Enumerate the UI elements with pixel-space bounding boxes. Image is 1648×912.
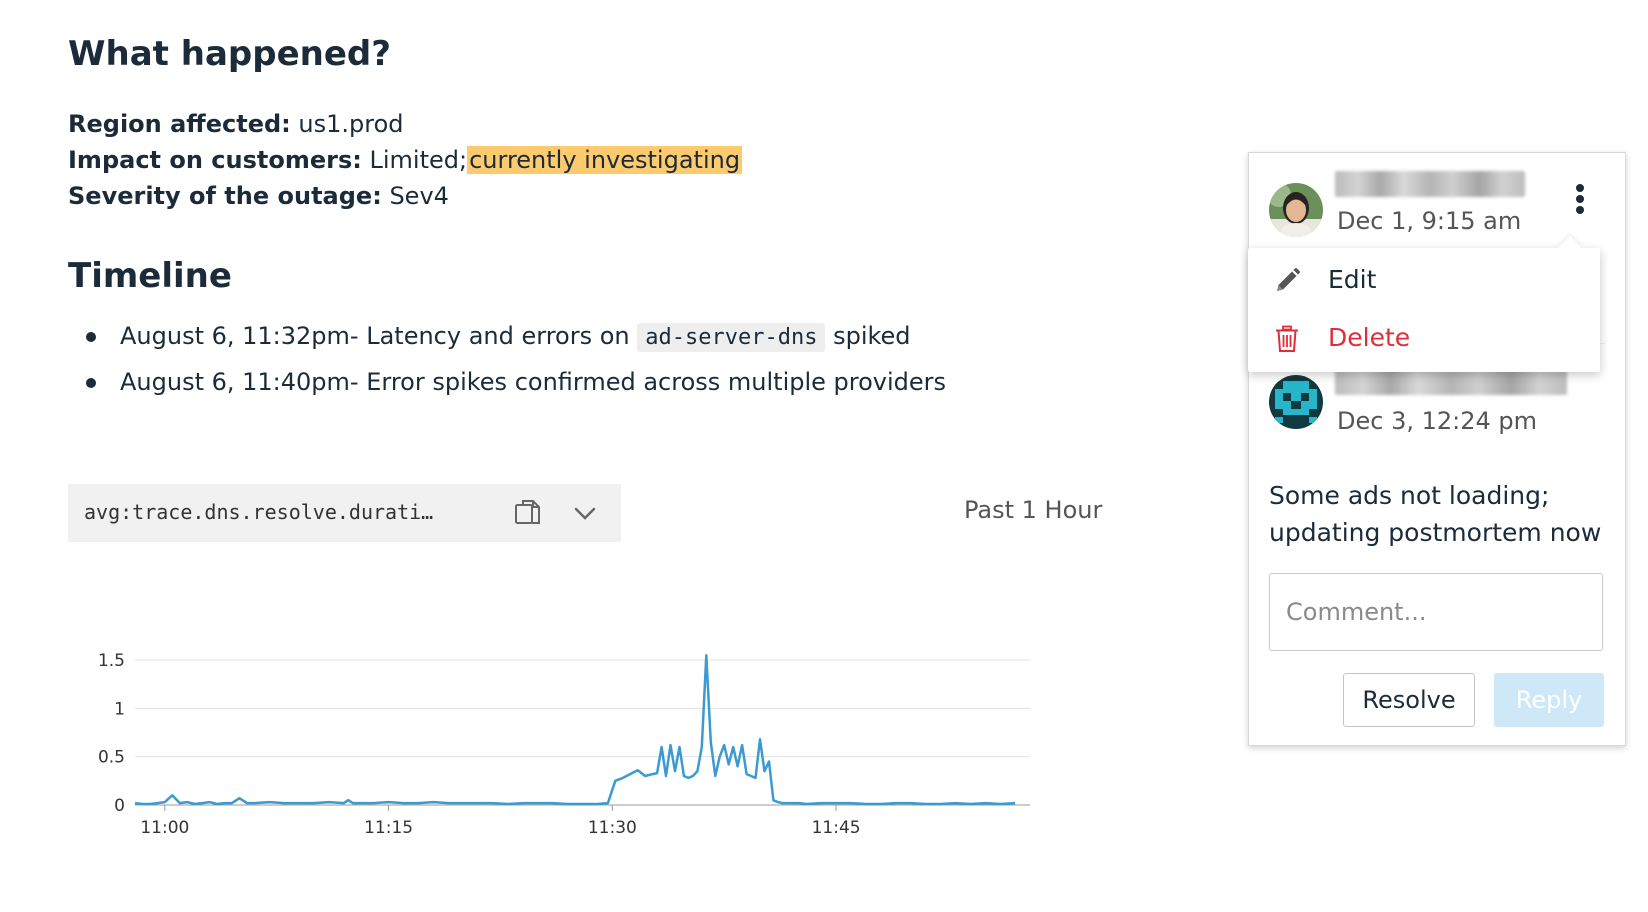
- menu-item-delete[interactable]: Delete: [1248, 310, 1600, 366]
- user-avatar: [1269, 183, 1323, 237]
- bullet-icon: [86, 378, 96, 388]
- inline-code: ad-server-dns: [637, 323, 826, 352]
- y-tick-label: 0.5: [98, 748, 125, 768]
- region-label: Region affected:: [68, 110, 291, 138]
- y-tick-label: 1: [114, 699, 125, 719]
- series-line: [134, 653, 1016, 806]
- x-tick-label: 11:15: [364, 818, 413, 838]
- redacted-author-name: [1335, 369, 1567, 395]
- user-avatar: [1269, 375, 1323, 429]
- severity-label: Severity of the outage:: [68, 182, 382, 210]
- x-tick-label: 11:45: [812, 818, 861, 838]
- timeline-item-suffix: spiked: [833, 322, 911, 350]
- severity-value: Sev4: [389, 182, 449, 210]
- notebook-document: What happened? Region affected: us1.prod…: [0, 0, 1160, 912]
- menu-item-edit[interactable]: Edit: [1248, 252, 1600, 308]
- y-tick-label: 0: [114, 796, 125, 816]
- x-tick-label: 11:00: [140, 818, 189, 838]
- list-item: August 6, 11:40pm- Error spikes confirme…: [68, 364, 946, 410]
- comment-timestamp: Dec 3, 12:24 pm: [1337, 407, 1538, 435]
- comment-input[interactable]: [1269, 573, 1603, 651]
- trash-icon: [1272, 324, 1302, 354]
- timeline-heading: Timeline: [68, 256, 232, 296]
- reply-button[interactable]: Reply: [1494, 673, 1604, 727]
- comment-context-menu: Edit Delete: [1248, 235, 1600, 372]
- redacted-author-name: [1335, 171, 1525, 197]
- chevron-down-icon[interactable]: [570, 498, 600, 528]
- region-line: Region affected: us1.prod: [68, 106, 404, 142]
- highlighted-comment-anchor[interactable]: currently investigating: [467, 146, 743, 174]
- edit-label: Edit: [1328, 265, 1377, 294]
- list-item: August 6, 11:32pm- Latency and errors on…: [68, 318, 946, 364]
- impact-label: Impact on customers:: [68, 146, 362, 174]
- region-value: us1.prod: [298, 110, 404, 138]
- kebab-menu-icon[interactable]: [1571, 181, 1589, 221]
- x-tick-label: 11:30: [588, 818, 637, 838]
- comment-text: Some ads not loading; updating postmorte…: [1269, 481, 1602, 547]
- copy-icon[interactable]: [512, 496, 546, 530]
- severity-line: Severity of the outage: Sev4: [68, 178, 449, 214]
- pencil-icon: [1272, 266, 1302, 296]
- timeline-item-text: August 6, 11:32pm- Latency and errors on: [120, 322, 630, 350]
- timeseries-chart: 0 0.5 1 1.5 11:00 11:15 11:30 11:45: [98, 651, 1030, 838]
- comment-timestamp: Dec 1, 9:15 am: [1337, 207, 1522, 235]
- impact-value: Limited;: [369, 146, 468, 174]
- page-title: What happened?: [68, 34, 391, 74]
- impact-line: Impact on customers: Limited;currently i…: [68, 142, 743, 178]
- bullet-icon: [86, 332, 96, 342]
- resolve-button[interactable]: Resolve: [1343, 673, 1475, 727]
- metric-query[interactable]: avg:trace.dns.resolve.durati…: [84, 500, 433, 524]
- query-bar[interactable]: avg:trace.dns.resolve.durati…: [68, 484, 621, 542]
- delete-label: Delete: [1328, 323, 1411, 352]
- timeline-list: August 6, 11:32pm- Latency and errors on…: [68, 318, 946, 410]
- y-tick-label: 1.5: [98, 651, 125, 671]
- timeline-item-text: August 6, 11:40pm- Error spikes confirme…: [120, 368, 947, 396]
- timeframe-selector[interactable]: Past 1 Hour: [964, 496, 1102, 524]
